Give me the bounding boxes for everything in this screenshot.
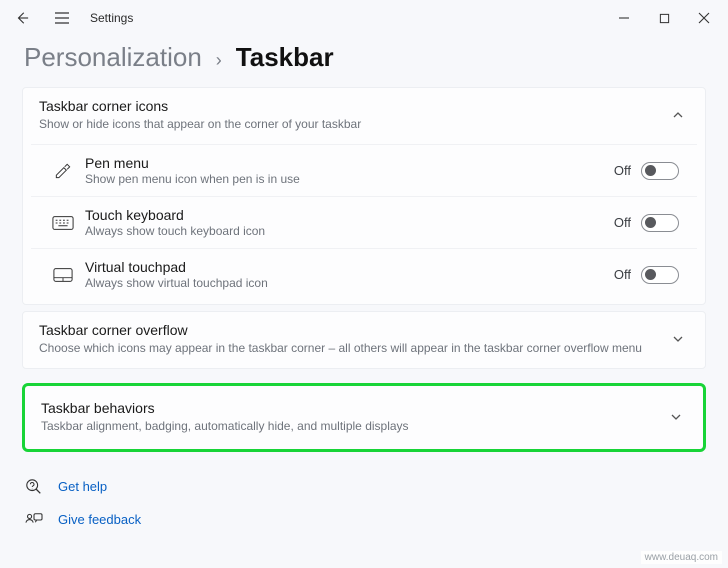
section-taskbar-behaviors[interactable]: Taskbar behaviors Taskbar alignment, bad… xyxy=(22,383,706,451)
watermark: www.deuaq.com xyxy=(641,551,722,564)
breadcrumb: Personalization › Taskbar xyxy=(0,36,728,87)
setting-touch-keyboard: Touch keyboard Always show touch keyboar… xyxy=(31,196,697,248)
minimize-button[interactable] xyxy=(604,0,644,36)
toggle-virtual-touchpad[interactable] xyxy=(641,266,679,284)
chevron-up-icon xyxy=(667,104,689,126)
section-taskbar-corner-icons: Taskbar corner icons Show or hide icons … xyxy=(22,87,706,305)
setting-title: Virtual touchpad xyxy=(85,259,614,275)
section-subtitle: Choose which icons may appear in the tas… xyxy=(39,340,667,356)
setting-subtitle: Always show touch keyboard icon xyxy=(85,224,614,238)
link-label: Get help xyxy=(58,479,107,494)
section-taskbar-corner-overflow[interactable]: Taskbar corner overflow Choose which ico… xyxy=(22,311,706,369)
setting-virtual-touchpad: Virtual touchpad Always show virtual tou… xyxy=(31,248,697,304)
section-subtitle: Taskbar alignment, badging, automaticall… xyxy=(41,418,665,434)
toggle-state-label: Off xyxy=(614,163,631,178)
setting-title: Pen menu xyxy=(85,155,614,171)
section-title: Taskbar corner overflow xyxy=(39,322,667,338)
keyboard-icon xyxy=(41,215,85,231)
setting-title: Touch keyboard xyxy=(85,207,614,223)
window-title: Settings xyxy=(90,11,133,25)
setting-subtitle: Show pen menu icon when pen is in use xyxy=(85,172,614,186)
toggle-state-label: Off xyxy=(614,215,631,230)
footer-links: Get help Give feedback xyxy=(0,458,728,536)
feedback-icon xyxy=(24,512,44,528)
setting-subtitle: Always show virtual touchpad icon xyxy=(85,276,614,290)
chevron-right-icon: › xyxy=(216,50,222,71)
titlebar: Settings xyxy=(0,0,728,36)
page-title: Taskbar xyxy=(236,42,334,73)
close-button[interactable] xyxy=(684,0,724,36)
pen-icon xyxy=(41,161,85,181)
hamburger-menu-icon[interactable] xyxy=(44,0,80,36)
setting-pen-menu: Pen menu Show pen menu icon when pen is … xyxy=(31,144,697,196)
toggle-state-label: Off xyxy=(614,267,631,282)
link-label: Give feedback xyxy=(58,512,141,527)
back-button[interactable] xyxy=(4,0,40,36)
toggle-pen-menu[interactable] xyxy=(641,162,679,180)
touchpad-icon xyxy=(41,267,85,283)
maximize-button[interactable] xyxy=(644,0,684,36)
section-title: Taskbar behaviors xyxy=(41,400,665,416)
toggle-touch-keyboard[interactable] xyxy=(641,214,679,232)
chevron-down-icon xyxy=(665,406,687,428)
give-feedback-link[interactable]: Give feedback xyxy=(24,504,704,536)
chevron-down-icon xyxy=(667,328,689,350)
help-icon xyxy=(24,478,44,496)
section-title: Taskbar corner icons xyxy=(39,98,667,114)
get-help-link[interactable]: Get help xyxy=(24,470,704,504)
breadcrumb-parent[interactable]: Personalization xyxy=(24,42,202,73)
section-subtitle: Show or hide icons that appear on the co… xyxy=(39,116,667,132)
section-header-corner-icons[interactable]: Taskbar corner icons Show or hide icons … xyxy=(23,88,705,144)
